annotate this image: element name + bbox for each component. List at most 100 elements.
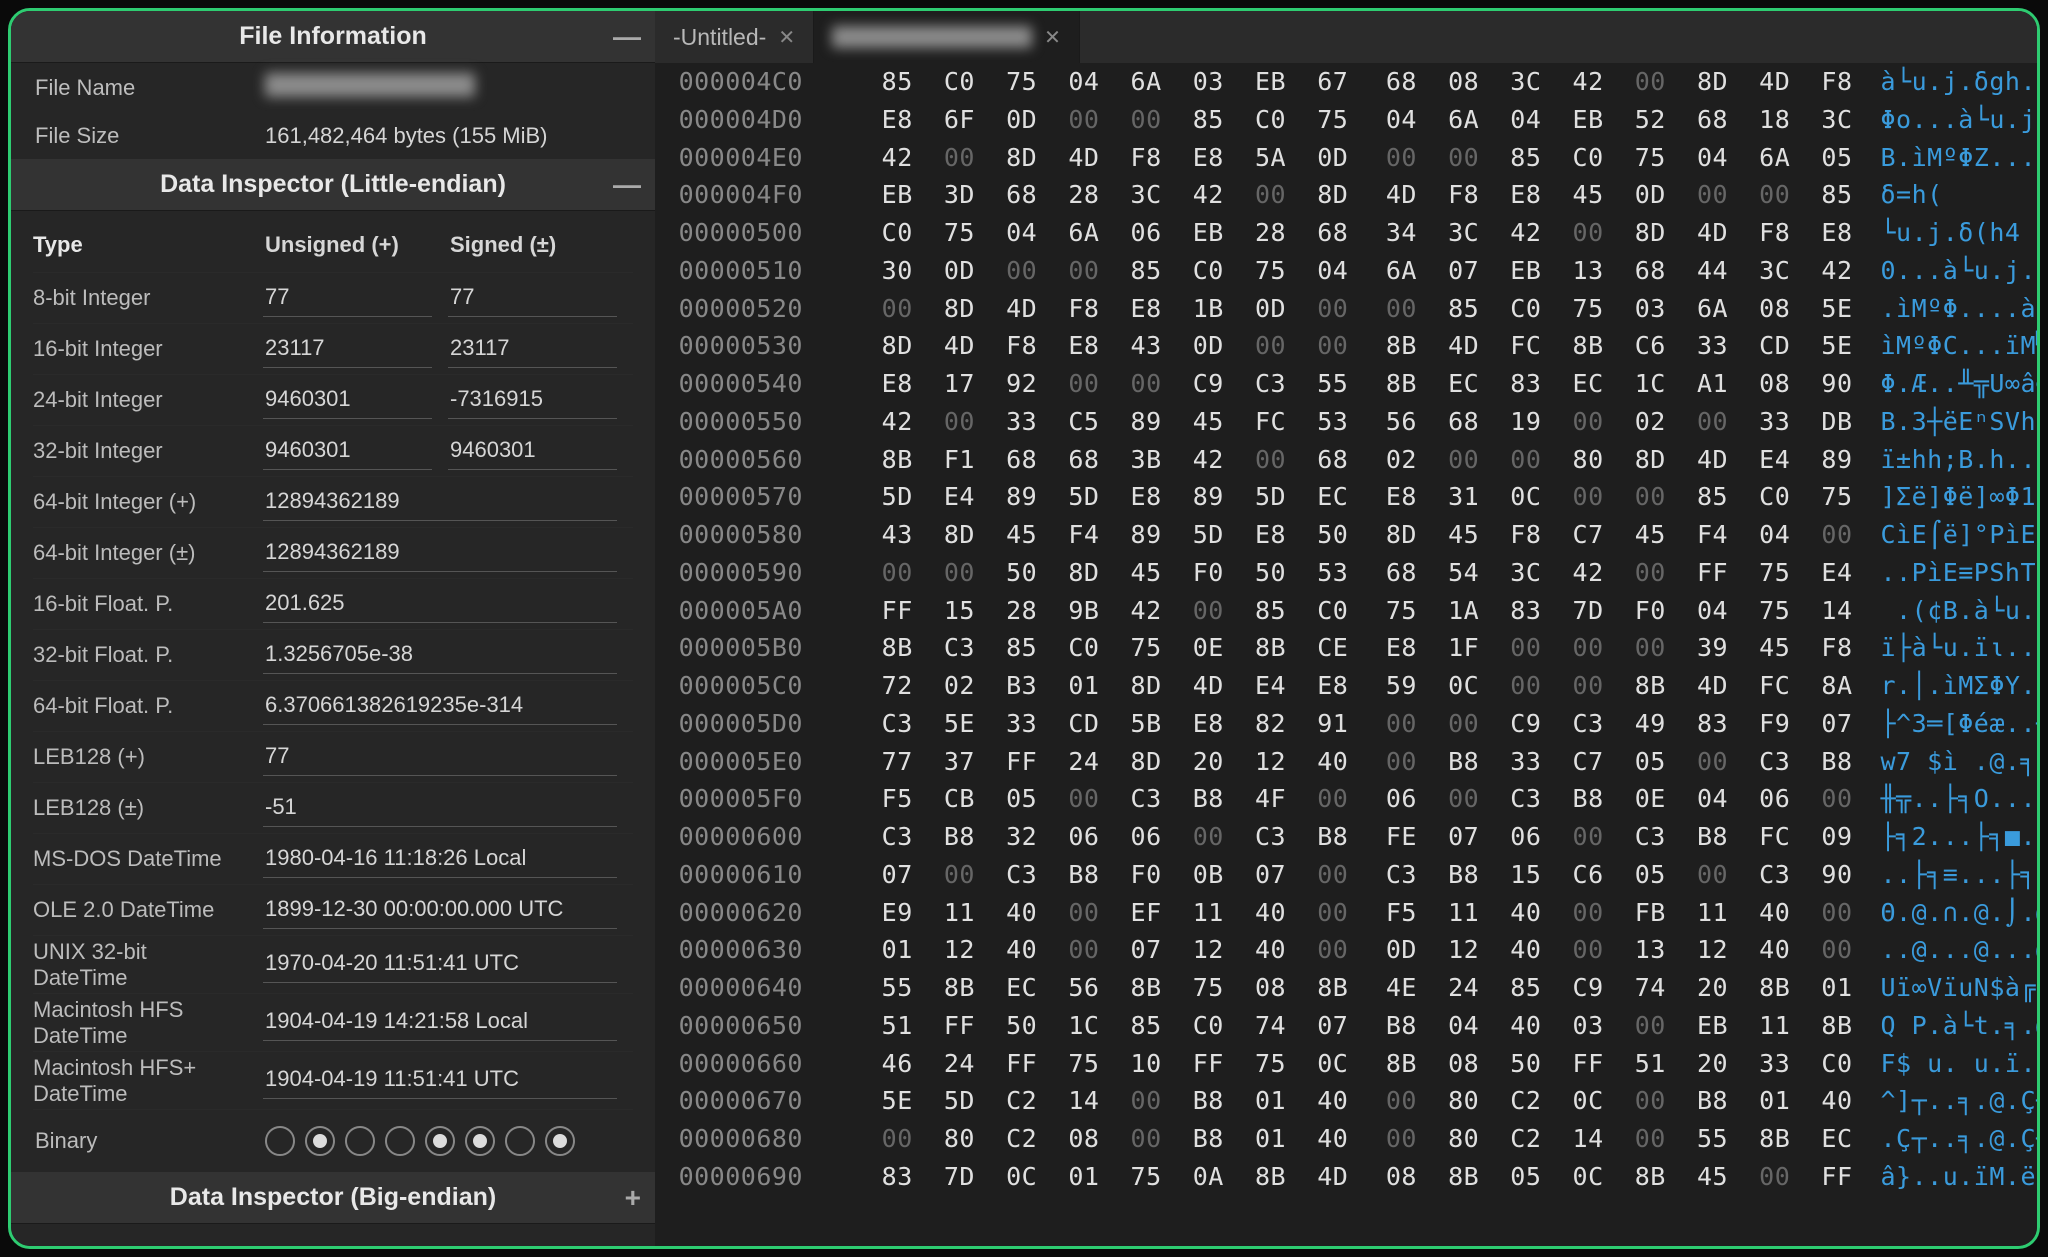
- hex-line[interactable]: 00000620 E9 11 40 00 EF 11 40 00 F5 11 4…: [655, 894, 2040, 932]
- hex-bytes[interactable]: 8D 4D F8 E8 43 0D 00 00 8B 4D FC 8B C6 3…: [823, 327, 1853, 365]
- row-value[interactable]: 1904-04-19 14:21:58 Local: [263, 1004, 617, 1041]
- row-signed[interactable]: 77: [448, 280, 617, 317]
- bit-radio[interactable]: [505, 1126, 535, 1156]
- row-value[interactable]: 1.3256705e-38: [263, 637, 617, 674]
- hex-line[interactable]: 00000560 8B F1 68 68 3B 42 00 68 02 00 0…: [655, 441, 2040, 479]
- collapse-icon[interactable]: —: [613, 23, 641, 51]
- hex-line[interactable]: 00000510 30 0D 00 00 85 C0 75 04 6A 07 E…: [655, 252, 2040, 290]
- row-value[interactable]: 77: [263, 739, 617, 776]
- binary-bits[interactable]: [265, 1126, 575, 1156]
- bit-radio[interactable]: [305, 1126, 335, 1156]
- hex-bytes[interactable]: FF 15 28 9B 42 00 85 C0 75 1A 83 7D F0 0…: [823, 592, 1853, 630]
- hex-bytes[interactable]: 42 00 8D 4D F8 E8 5A 0D 00 00 85 C0 75 0…: [823, 139, 1853, 177]
- tab-untitled[interactable]: -Untitled- ✕: [655, 11, 814, 63]
- hex-bytes[interactable]: 43 8D 45 F4 89 5D E8 50 8D 45 F8 C7 45 F…: [823, 516, 1853, 554]
- hex-line[interactable]: 000004D0 E8 6F 0D 00 00 85 C0 75 04 6A 0…: [655, 101, 2040, 139]
- row-unsigned[interactable]: 23117: [263, 331, 432, 368]
- hex-bytes[interactable]: 00 80 C2 08 00 B8 01 40 00 80 C2 14 00 5…: [823, 1120, 1853, 1158]
- collapse-icon[interactable]: —: [613, 171, 641, 199]
- close-icon[interactable]: ✕: [778, 25, 795, 50]
- inspector-le-header[interactable]: Data Inspector (Little-endian) —: [11, 159, 655, 211]
- bit-radio[interactable]: [265, 1126, 295, 1156]
- hex-line[interactable]: 00000630 01 12 40 00 07 12 40 00 0D 12 4…: [655, 931, 2040, 969]
- row-unsigned[interactable]: 9460301: [263, 433, 432, 470]
- hex-bytes[interactable]: 01 12 40 00 07 12 40 00 0D 12 40 00 13 1…: [823, 931, 1853, 969]
- hex-bytes[interactable]: 5D E4 89 5D E8 89 5D EC E8 31 0C 00 00 8…: [823, 478, 1853, 516]
- row-value[interactable]: 1899-12-30 00:00:00.000 UTC: [263, 892, 617, 929]
- hex-bytes[interactable]: F5 CB 05 00 C3 B8 4F 00 06 00 C3 B8 0E 0…: [823, 780, 1853, 818]
- hex-bytes[interactable]: 5E 5D C2 14 00 B8 01 40 00 80 C2 0C 00 B…: [823, 1082, 1853, 1120]
- hex-line[interactable]: 00000520 00 8D 4D F8 E8 1B 0D 00 00 85 C…: [655, 290, 2040, 328]
- row-value[interactable]: 12894362189: [263, 484, 617, 521]
- hex-line[interactable]: 00000690 83 7D 0C 01 75 0A 8B 4D 08 8B 0…: [655, 1158, 2040, 1196]
- close-icon[interactable]: ✕: [1044, 25, 1061, 50]
- bit-radio[interactable]: [545, 1126, 575, 1156]
- hex-bytes[interactable]: 07 00 C3 B8 F0 0B 07 00 C3 B8 15 C6 05 0…: [823, 856, 1853, 894]
- expand-icon[interactable]: +: [625, 1184, 641, 1212]
- hex-bytes[interactable]: 72 02 B3 01 8D 4D E4 E8 59 0C 00 00 8B 4…: [823, 667, 1853, 705]
- hex-line[interactable]: 000004E0 42 00 8D 4D F8 E8 5A 0D 00 00 8…: [655, 139, 2040, 177]
- hex-line[interactable]: 000005B0 8B C3 85 C0 75 0E 8B CE E8 1F 0…: [655, 629, 2040, 667]
- hex-line[interactable]: 00000540 E8 17 92 00 00 C9 C3 55 8B EC 8…: [655, 365, 2040, 403]
- hex-bytes[interactable]: 8B C3 85 C0 75 0E 8B CE E8 1F 00 00 00 3…: [823, 629, 1853, 667]
- hex-bytes[interactable]: 42 00 33 C5 89 45 FC 53 56 68 19 00 02 0…: [823, 403, 1853, 441]
- hex-bytes[interactable]: 00 00 50 8D 45 F0 50 53 68 54 3C 42 00 F…: [823, 554, 1853, 592]
- row-value[interactable]: 1904-04-19 11:51:41 UTC: [263, 1062, 617, 1099]
- hex-line[interactable]: 000005D0 C3 5E 33 CD 5B E8 82 91 00 00 C…: [655, 705, 2040, 743]
- hex-line[interactable]: 00000590 00 00 50 8D 45 F0 50 53 68 54 3…: [655, 554, 2040, 592]
- hex-bytes[interactable]: C3 B8 32 06 06 00 C3 B8 FE 07 06 00 C3 B…: [823, 818, 1853, 856]
- hex-bytes[interactable]: 51 FF 50 1C 85 C0 74 07 B8 04 40 03 00 E…: [823, 1007, 1853, 1045]
- row-unsigned[interactable]: 77: [263, 280, 432, 317]
- hex-bytes[interactable]: 46 24 FF 75 10 FF 75 0C 8B 08 50 FF 51 2…: [823, 1045, 1853, 1083]
- row-value[interactable]: 12894362189: [263, 535, 617, 572]
- hex-line[interactable]: 00000660 46 24 FF 75 10 FF 75 0C 8B 08 5…: [655, 1045, 2040, 1083]
- hex-bytes[interactable]: 55 8B EC 56 8B 75 08 8B 4E 24 85 C9 74 2…: [823, 969, 1853, 1007]
- hex-view[interactable]: 000004C0 85 C0 75 04 6A 03 EB 67 68 08 3…: [655, 63, 2040, 1246]
- file-info-header[interactable]: File Information —: [11, 11, 655, 63]
- hex-bytes[interactable]: C0 75 04 6A 06 EB 28 68 34 3C 42 00 8D 4…: [823, 214, 1853, 252]
- row-value[interactable]: -51: [263, 790, 617, 827]
- hex-bytes[interactable]: C3 5E 33 CD 5B E8 82 91 00 00 C9 C3 49 8…: [823, 705, 1853, 743]
- hex-bytes[interactable]: E8 17 92 00 00 C9 C3 55 8B EC 83 EC 1C A…: [823, 365, 1853, 403]
- hex-line[interactable]: 00000570 5D E4 89 5D E8 89 5D EC E8 31 0…: [655, 478, 2040, 516]
- hex-bytes[interactable]: E9 11 40 00 EF 11 40 00 F5 11 40 00 FB 1…: [823, 894, 1853, 932]
- hex-line[interactable]: 00000610 07 00 C3 B8 F0 0B 07 00 C3 B8 1…: [655, 856, 2040, 894]
- hex-line[interactable]: 00000650 51 FF 50 1C 85 C0 74 07 B8 04 4…: [655, 1007, 2040, 1045]
- bit-radio[interactable]: [425, 1126, 455, 1156]
- row-signed[interactable]: 23117: [448, 331, 617, 368]
- bit-radio[interactable]: [385, 1126, 415, 1156]
- hex-line[interactable]: 000005F0 F5 CB 05 00 C3 B8 4F 00 06 00 C…: [655, 780, 2040, 818]
- hex-bytes[interactable]: 83 7D 0C 01 75 0A 8B 4D 08 8B 05 0C 8B 4…: [823, 1158, 1853, 1196]
- hex-line[interactable]: 00000530 8D 4D F8 E8 43 0D 00 00 8B 4D F…: [655, 327, 2040, 365]
- row-value[interactable]: 1970-04-20 11:51:41 UTC: [263, 946, 617, 983]
- row-value[interactable]: 1980-04-16 11:18:26 Local: [263, 841, 617, 878]
- hex-bytes[interactable]: EB 3D 68 28 3C 42 00 8D 4D F8 E8 45 0D 0…: [823, 176, 1853, 214]
- hex-line[interactable]: 00000500 C0 75 04 6A 06 EB 28 68 34 3C 4…: [655, 214, 2040, 252]
- hex-line[interactable]: 000005C0 72 02 B3 01 8D 4D E4 E8 59 0C 0…: [655, 667, 2040, 705]
- hex-line[interactable]: 00000670 5E 5D C2 14 00 B8 01 40 00 80 C…: [655, 1082, 2040, 1120]
- hex-line[interactable]: 00000640 55 8B EC 56 8B 75 08 8B 4E 24 8…: [655, 969, 2040, 1007]
- hex-line[interactable]: 000005A0 FF 15 28 9B 42 00 85 C0 75 1A 8…: [655, 592, 2040, 630]
- row-unsigned[interactable]: 9460301: [263, 382, 432, 419]
- hex-line[interactable]: 00000580 43 8D 45 F4 89 5D E8 50 8D 45 F…: [655, 516, 2040, 554]
- hex-bytes[interactable]: 00 8D 4D F8 E8 1B 0D 00 00 85 C0 75 03 6…: [823, 290, 1853, 328]
- hex-bytes[interactable]: 77 37 FF 24 8D 20 12 40 00 B8 33 C7 05 0…: [823, 743, 1853, 781]
- hex-line[interactable]: 00000600 C3 B8 32 06 06 00 C3 B8 FE 07 0…: [655, 818, 2040, 856]
- hex-bytes[interactable]: 8B F1 68 68 3B 42 00 68 02 00 00 80 8D 4…: [823, 441, 1853, 479]
- hex-bytes[interactable]: E8 6F 0D 00 00 85 C0 75 04 6A 04 EB 52 6…: [823, 101, 1853, 139]
- hex-bytes[interactable]: 85 C0 75 04 6A 03 EB 67 68 08 3C 42 00 8…: [823, 63, 1853, 101]
- row-value[interactable]: 6.370661382619235e-314: [263, 688, 617, 725]
- hex-bytes[interactable]: 30 0D 00 00 85 C0 75 04 6A 07 EB 13 68 4…: [823, 252, 1853, 290]
- hex-line[interactable]: 00000680 00 80 C2 08 00 B8 01 40 00 80 C…: [655, 1120, 2040, 1158]
- hex-line[interactable]: 000005E0 77 37 FF 24 8D 20 12 40 00 B8 3…: [655, 743, 2040, 781]
- inspector-be-header[interactable]: Data Inspector (Big-endian) +: [11, 1172, 655, 1224]
- row-value[interactable]: 201.625: [263, 586, 617, 623]
- bit-radio[interactable]: [465, 1126, 495, 1156]
- row-signed[interactable]: 9460301: [448, 433, 617, 470]
- bit-radio[interactable]: [345, 1126, 375, 1156]
- hex-line[interactable]: 000004F0 EB 3D 68 28 3C 42 00 8D 4D F8 E…: [655, 176, 2040, 214]
- tab-file[interactable]: ✕: [814, 11, 1080, 63]
- row-signed[interactable]: -7316915: [448, 382, 617, 419]
- hex-line[interactable]: 000004C0 85 C0 75 04 6A 03 EB 67 68 08 3…: [655, 63, 2040, 101]
- hex-line[interactable]: 00000550 42 00 33 C5 89 45 FC 53 56 68 1…: [655, 403, 2040, 441]
